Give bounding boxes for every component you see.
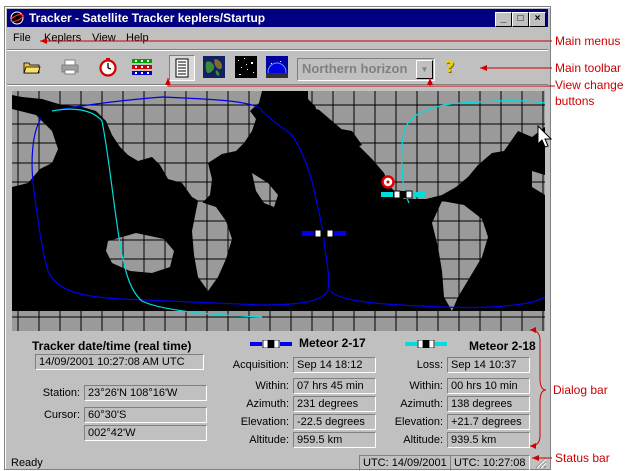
annotation-view-change-2: buttons: [555, 94, 595, 108]
annotation-dialog-bar: Dialog bar: [553, 383, 608, 397]
annotation-view-change-1: View change: [555, 78, 624, 92]
annotation-main-toolbar: Main toolbar: [555, 61, 622, 75]
annotation-main-menus: Main menus: [555, 34, 621, 48]
annotation-status-bar: Status bar: [555, 451, 610, 465]
annotation-lines: [40, 38, 555, 461]
